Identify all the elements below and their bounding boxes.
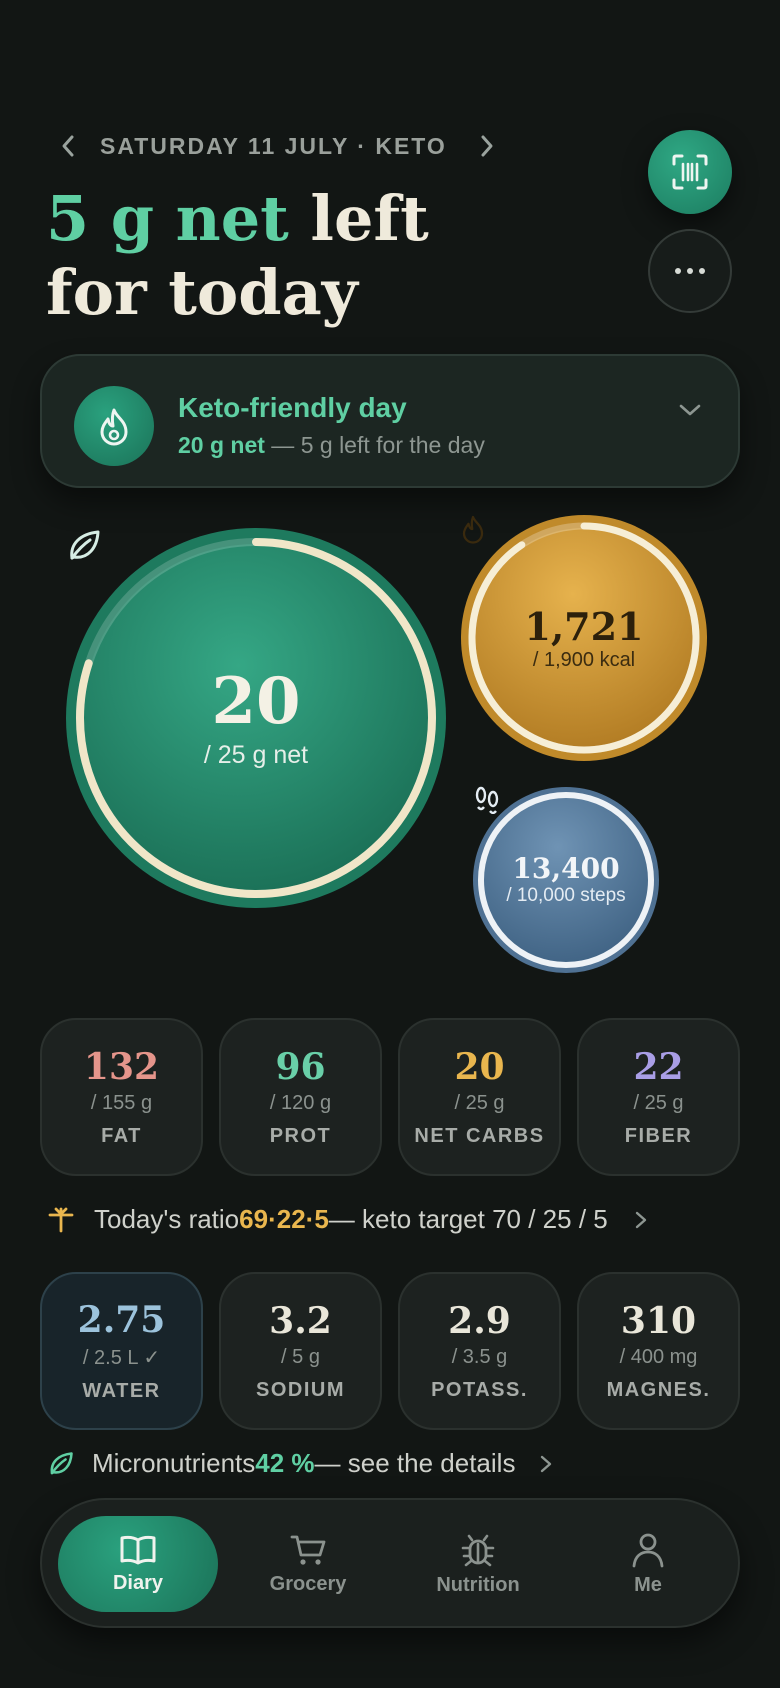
flame-icon xyxy=(462,515,484,544)
calories-target: / 1,900 kcal xyxy=(532,648,636,671)
tile-target: / 5 g xyxy=(281,1346,320,1368)
macro-target: / 25 g xyxy=(454,1092,505,1114)
macro-value: 20 xyxy=(454,1046,505,1088)
macro-tile-protein[interactable]: 96 / 120 g PROT xyxy=(219,1018,382,1176)
tile-water[interactable]: 2.75 / 2.5 L ✓ WATER xyxy=(40,1272,203,1430)
leaf-icon xyxy=(70,530,100,560)
ratio-link[interactable]: Today's ratio 69·22·5 — keto target 70 /… xyxy=(46,1204,648,1235)
macro-value: 96 xyxy=(275,1046,326,1088)
nav-label: Me xyxy=(634,1573,662,1596)
macro-label: FIBER xyxy=(624,1125,693,1147)
ratio-prefix: Today's ratio xyxy=(94,1204,240,1234)
more-button[interactable] xyxy=(648,229,732,313)
tile-target: / 400 mg xyxy=(619,1346,698,1368)
macro-tile-fat[interactable]: 132 / 155 g FAT xyxy=(40,1018,203,1176)
steps-ring[interactable]: 13,400 / 10,000 steps xyxy=(472,786,660,974)
micro-value: 42 % xyxy=(255,1448,315,1478)
calories-ring[interactable]: 1,721 / 1,900 kcal xyxy=(460,514,708,762)
headline-accent: 5 g net xyxy=(46,182,289,255)
macro-label: PROT xyxy=(269,1125,332,1147)
page-title: 5 g net left for today xyxy=(46,182,429,330)
macro-label: NET CARBS xyxy=(414,1125,545,1147)
nav-grocery[interactable]: Grocery xyxy=(228,1516,388,1612)
chevron-right-icon[interactable] xyxy=(473,128,501,164)
flame-icon xyxy=(74,386,154,466)
keto-banner-subtitle: 20 g net — 5 g left for the day xyxy=(178,432,485,459)
chevron-down-icon[interactable] xyxy=(678,402,702,423)
macro-target: / 120 g xyxy=(269,1092,332,1114)
calories-value: 1,721 xyxy=(524,603,644,649)
steps-value: 13,400 xyxy=(512,852,620,885)
tile-target: / 2.5 L ✓ xyxy=(82,1347,161,1369)
person-icon xyxy=(632,1533,664,1567)
date-label: SATURDAY 11 JULY · KETO xyxy=(100,132,447,159)
chevron-left-icon[interactable] xyxy=(54,128,82,164)
tile-value: 2.75 xyxy=(77,1299,166,1341)
nav-label: Nutrition xyxy=(436,1573,520,1596)
balance-icon xyxy=(48,1207,74,1232)
macro-tiles: 132 / 155 g FAT 96 / 120 g PROT 20 / 25 … xyxy=(40,1018,740,1176)
tile-label: WATER xyxy=(82,1380,161,1402)
chevron-right-icon xyxy=(541,1455,552,1472)
micronutrients-link[interactable]: Micronutrients 42 % — see the details xyxy=(46,1448,553,1479)
tile-magnesium[interactable]: 310 / 400 mg MAGNES. xyxy=(577,1272,740,1430)
bug-icon xyxy=(461,1534,495,1566)
headline-line-2: for today xyxy=(46,256,358,329)
tile-label: MAGNES. xyxy=(606,1379,711,1401)
cart-icon xyxy=(290,1535,326,1565)
book-icon xyxy=(120,1535,156,1564)
keto-banner-title: Keto-friendly day xyxy=(178,392,407,423)
macro-tile-fiber[interactable]: 22 / 25 g FIBER xyxy=(577,1018,740,1176)
keto-day-banner[interactable]: Keto-friendly day 20 g net — 5 g left fo… xyxy=(40,354,740,488)
nav-label: Grocery xyxy=(269,1572,347,1595)
headline-rest: left xyxy=(288,182,429,255)
macro-value: 132 xyxy=(83,1046,160,1088)
keto-net-value: 20 g net xyxy=(178,432,265,458)
micro-prefix: Micronutrients xyxy=(92,1448,256,1478)
net-carbs-value: 20 xyxy=(211,663,301,739)
date-navigator: SATURDAY 11 JULY · KETO xyxy=(54,128,501,164)
tile-value: 3.2 xyxy=(269,1300,332,1342)
leaf-icon xyxy=(50,1451,73,1474)
footprints-icon xyxy=(475,786,499,814)
net-carbs-target: / 25 g net xyxy=(203,740,309,769)
keto-sub-rest: — 5 g left for the day xyxy=(264,432,485,458)
macro-tile-net-carbs[interactable]: 20 / 25 g NET CARBS xyxy=(398,1018,561,1176)
chevron-right-icon xyxy=(635,1211,646,1228)
scan-button[interactable] xyxy=(648,130,732,214)
tile-label: POTASS. xyxy=(431,1379,528,1401)
tile-label: SODIUM xyxy=(256,1379,345,1401)
macro-target: / 155 g xyxy=(90,1092,153,1114)
electrolyte-tiles: 2.75 / 2.5 L ✓ WATER 3.2 / 5 g SODIUM 2.… xyxy=(40,1272,740,1430)
nav-nutrition[interactable]: Nutrition xyxy=(398,1516,558,1612)
macro-label: FAT xyxy=(101,1125,142,1147)
bottom-nav: Diary Grocery Nutrition Me xyxy=(40,1498,740,1628)
nav-diary[interactable]: Diary xyxy=(58,1516,218,1612)
net-carbs-ring[interactable]: 20 / 25 g net xyxy=(64,526,448,910)
ratio-value: 69·22·5 xyxy=(239,1204,329,1234)
steps-target: / 10,000 steps xyxy=(506,885,626,906)
tile-sodium[interactable]: 3.2 / 5 g SODIUM xyxy=(219,1272,382,1430)
nav-me[interactable]: Me xyxy=(568,1516,728,1612)
macro-target: / 25 g xyxy=(633,1092,684,1114)
more-dots-icon xyxy=(675,268,705,274)
tile-target: / 3.5 g xyxy=(451,1346,508,1368)
tile-potassium[interactable]: 2.9 / 3.5 g POTASS. xyxy=(398,1272,561,1430)
nav-label: Diary xyxy=(112,1571,164,1594)
macro-value: 22 xyxy=(633,1046,684,1088)
barcode-scan-icon xyxy=(672,154,708,190)
tile-value: 2.9 xyxy=(448,1300,511,1342)
micro-suffix: — see the details xyxy=(314,1448,516,1478)
tile-value: 310 xyxy=(620,1300,697,1342)
ratio-suffix: — keto target 70 / 25 / 5 xyxy=(328,1204,608,1234)
